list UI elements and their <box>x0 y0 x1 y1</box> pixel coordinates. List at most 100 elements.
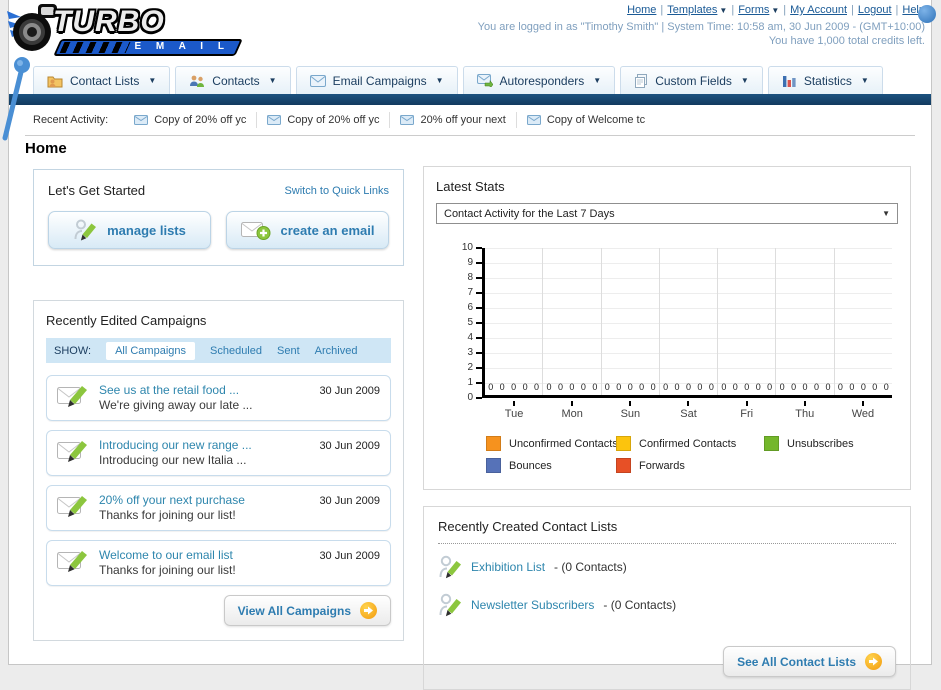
help-bubble-icon[interactable] <box>918 5 936 23</box>
recent-activity-item[interactable]: Copy of 20% off yc <box>256 112 389 128</box>
recent-contact-lists-title: Recently Created Contact Lists <box>438 519 618 534</box>
chart-y-axis: 10 9 8 7 6 5 4 3 2 1 0 <box>452 242 482 403</box>
logo-stripes <box>59 42 131 53</box>
right-column: Latest Stats Contact Activity for the La… <box>423 166 911 690</box>
main-content: Home Let's Get Started Switch to Quick L… <box>9 136 931 690</box>
caret-down-icon: ▼ <box>771 6 780 15</box>
chart-x-tick-label: Sun <box>601 401 659 420</box>
campaign-date: 30 Jun 2009 <box>319 385 380 397</box>
campaign-title-link[interactable]: Introducing our new range ... <box>99 438 252 452</box>
contact-list-count: - (0 Contacts) <box>603 598 677 612</box>
tab-autoresponders[interactable]: Autoresponders ▼ <box>462 66 616 94</box>
contact-list-link[interactable]: Exhibition List <box>471 560 545 574</box>
nav-forms-link[interactable]: Forms <box>738 4 769 16</box>
legend-swatch <box>616 436 631 451</box>
view-all-campaigns-button[interactable]: View All Campaigns <box>223 595 391 626</box>
filter-all-campaigns[interactable]: All Campaigns <box>106 341 195 360</box>
tab-contacts[interactable]: Contacts ▼ <box>175 66 291 94</box>
person-pencil-icon <box>73 218 97 242</box>
contact-activity-chart: 10 9 8 7 6 5 4 3 2 1 0 000000000000000000000000000… <box>452 242 892 420</box>
recent-contact-lists-panel: Recently Created Contact Lists Exhibitio… <box>423 506 911 690</box>
recent-campaigns-title: Recently Edited Campaigns <box>46 313 207 328</box>
page-title: Home <box>25 140 67 157</box>
envelope-pencil-icon <box>57 383 89 409</box>
contact-list-item[interactable]: Exhibition List - (0 Contacts) <box>438 548 896 586</box>
contacts-icon <box>189 74 205 88</box>
legend-swatch <box>486 458 501 473</box>
logo-email-banner: E M A I L <box>53 39 243 56</box>
campaign-title-link[interactable]: Welcome to our email list <box>99 548 233 562</box>
nav-home-link[interactable]: Home <box>627 4 656 16</box>
nav-logout-link[interactable]: Logout <box>858 4 892 16</box>
recent-activity-item[interactable]: Copy of Welcome tc <box>515 112 655 128</box>
legend-swatch <box>764 436 779 451</box>
dotted-divider <box>438 543 896 544</box>
contact-list-link[interactable]: Newsletter Subscribers <box>471 598 594 612</box>
caret-down-icon: ▼ <box>719 6 728 15</box>
envelope-pencil-icon <box>57 438 89 464</box>
switch-quick-links-link[interactable]: Switch to Quick Links <box>284 185 389 197</box>
manage-lists-button[interactable]: manage lists <box>48 211 211 249</box>
legend-item: Unconfirmed Contacts <box>486 436 618 451</box>
caret-down-icon: ▼ <box>268 76 277 85</box>
chart-x-tick-label: Mon <box>543 401 601 420</box>
tab-contact-lists[interactable]: Contact Lists ▼ <box>33 66 171 94</box>
contact-list-count: - (0 Contacts) <box>554 560 627 574</box>
envelope-icon <box>400 115 415 125</box>
legend-item: Confirmed Contacts <box>616 436 764 451</box>
chart-day-group: 00000 <box>660 248 719 395</box>
recent-activity-bar: Recent Activity: Copy of 20% off yc Copy… <box>9 105 931 135</box>
turbo-icon <box>5 3 59 55</box>
envelope-icon <box>526 115 541 125</box>
campaign-row[interactable]: Introducing our new range ... Introducin… <box>46 430 391 476</box>
campaign-row[interactable]: Welcome to our email list Thanks for joi… <box>46 540 391 586</box>
bar-chart-icon <box>782 74 797 87</box>
envelope-plus-icon <box>240 219 271 241</box>
filter-sent[interactable]: Sent <box>277 345 300 357</box>
arrow-right-icon <box>360 602 377 619</box>
campaign-filter-bar: SHOW: All Campaigns Scheduled Sent Archi… <box>46 338 391 363</box>
nav-links: Home | Templates ▼ | Forms ▼ | My Account | Logout… <box>627 4 925 16</box>
filter-archived[interactable]: Archived <box>315 345 358 357</box>
envelope-icon <box>134 115 149 125</box>
credits-note: You have 1,000 total credits left. <box>768 35 925 47</box>
filter-scheduled[interactable]: Scheduled <box>210 345 262 357</box>
envelope-icon <box>309 74 326 87</box>
caret-down-icon: ▼ <box>882 209 890 218</box>
tab-custom-fields[interactable]: Custom Fields ▼ <box>620 66 763 94</box>
caret-down-icon: ▼ <box>593 76 602 85</box>
tab-statistics[interactable]: Statistics ▼ <box>767 66 883 94</box>
chart-x-axis: Tue Mon Sun Sat Fri Thu Wed <box>485 401 892 420</box>
campaign-list: See us at the retail food ... We're givi… <box>46 375 391 586</box>
chart-x-tick-label: Fri <box>718 401 776 420</box>
navy-divider-bar <box>9 94 931 105</box>
header-nav: Home | Templates ▼ | Forms ▼ | My Account | Logout… <box>478 4 925 47</box>
see-all-contact-lists-button[interactable]: See All Contact Lists <box>723 646 896 677</box>
chart-day-group: 00000 <box>543 248 602 395</box>
app-logo: TURBO E M A I L <box>5 3 265 61</box>
chart-x-tick-label: Sat <box>659 401 717 420</box>
caret-down-icon: ▼ <box>435 76 444 85</box>
get-started-panel: Let's Get Started Switch to Quick Links <box>33 169 404 266</box>
chart-x-tick-label: Thu <box>776 401 834 420</box>
stats-period-select[interactable]: Contact Activity for the Last 7 Days ▼ <box>436 203 898 224</box>
legend-item: Bounces <box>486 458 616 473</box>
contact-list-item[interactable]: Newsletter Subscribers - (0 Contacts) <box>438 586 896 624</box>
campaign-title-link[interactable]: 20% off your next purchase <box>99 493 245 507</box>
caret-down-icon: ▼ <box>740 76 749 85</box>
campaign-row[interactable]: See us at the retail food ... We're givi… <box>46 375 391 421</box>
nav-templates-link[interactable]: Templates <box>667 4 717 16</box>
campaign-date: 30 Jun 2009 <box>319 550 380 562</box>
create-email-button[interactable]: create an email <box>226 211 389 249</box>
envelope-pencil-icon <box>57 548 89 574</box>
recent-activity-item[interactable]: Copy of 20% off yc <box>124 112 256 128</box>
recent-activity-item[interactable]: 20% off your next <box>389 112 515 128</box>
campaign-title-link[interactable]: See us at the retail food ... <box>99 383 239 397</box>
campaign-subtitle: Thanks for joining our list! <box>99 508 236 522</box>
chart-day-group: 00000 <box>602 248 660 395</box>
tab-email-campaigns[interactable]: Email Campaigns ▼ <box>295 66 458 94</box>
envelope-arrow-icon <box>476 74 493 87</box>
campaign-row[interactable]: 20% off your next purchase Thanks for jo… <box>46 485 391 531</box>
campaign-date: 30 Jun 2009 <box>319 495 380 507</box>
nav-my-account-link[interactable]: My Account <box>790 4 847 16</box>
